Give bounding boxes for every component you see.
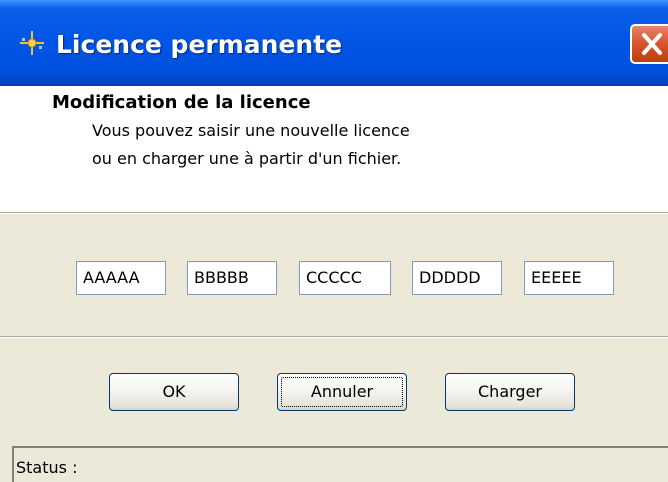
header-description-line-2: ou en charger une à partir d'un fichier. xyxy=(92,149,402,168)
header-separator xyxy=(0,212,668,214)
window-title: Licence permanente xyxy=(56,30,343,59)
license-field-4[interactable]: DDDDD xyxy=(412,261,502,295)
title-bar[interactable]: Licence permanente xyxy=(0,0,668,86)
load-button[interactable]: Charger xyxy=(445,373,575,411)
close-button[interactable] xyxy=(630,24,668,64)
status-label: Status : xyxy=(16,458,78,477)
license-field-2[interactable]: BBBBB xyxy=(187,261,277,295)
license-field-5[interactable]: EEEEE xyxy=(524,261,614,295)
license-field-1[interactable]: AAAAA xyxy=(76,261,166,295)
cancel-button[interactable]: Annuler xyxy=(277,373,407,411)
ok-button-label: OK xyxy=(162,382,186,401)
header-description-line-1: Vous pouvez saisir une nouvelle licence xyxy=(92,121,410,140)
license-field-3[interactable]: CCCCC xyxy=(299,261,391,295)
close-icon xyxy=(642,33,662,55)
fields-separator xyxy=(0,336,668,338)
header-title: Modification de la licence xyxy=(52,92,311,113)
focus-rectangle xyxy=(281,377,403,407)
load-button-label: Charger xyxy=(478,382,542,401)
status-bar xyxy=(12,446,668,482)
ok-button[interactable]: OK xyxy=(109,373,239,411)
app-icon xyxy=(16,27,48,59)
